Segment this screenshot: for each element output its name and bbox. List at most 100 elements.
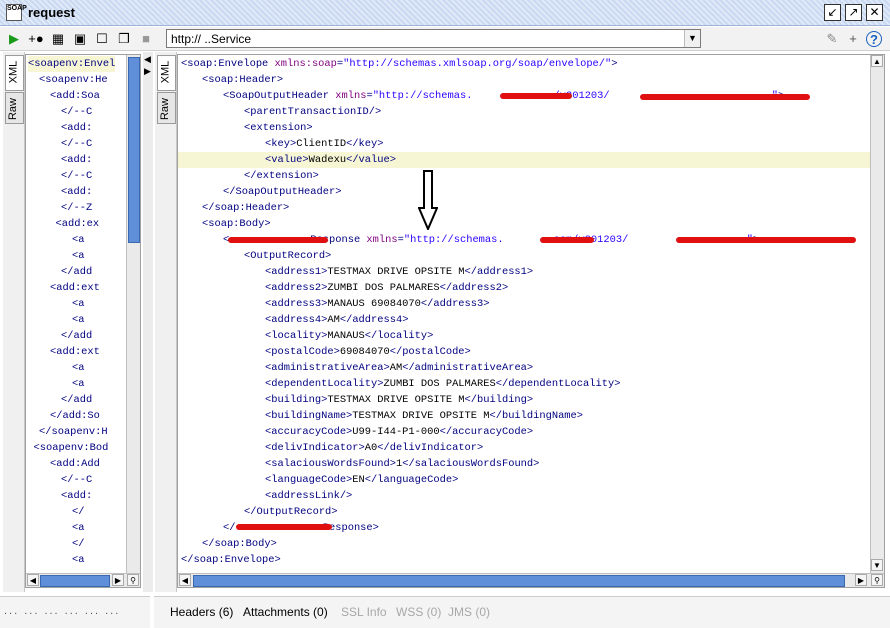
collapse-right-icon[interactable]: ▶: [144, 66, 151, 77]
response-code-line: <locality>MANAUS</locality>: [178, 328, 870, 344]
tab-headers[interactable]: Headers (6): [170, 605, 233, 619]
xml-tag: <a: [72, 298, 85, 310]
xml-tag: <add:ex: [55, 218, 100, 230]
add-assertion-icon[interactable]: +●: [28, 31, 44, 47]
xml-tag: </add: [61, 330, 93, 342]
scroll-left-icon[interactable]: ◀: [27, 574, 39, 586]
tab-ssl-info[interactable]: SSL Info: [341, 605, 387, 619]
request-code-line: <a: [28, 360, 115, 376]
request-vertical-scrollbar[interactable]: [126, 55, 140, 573]
xml-attribute: xmlns: [366, 234, 398, 246]
response-code-line: <dependentLocality>ZUMBI DOS PALMARES</d…: [178, 376, 870, 392]
xml-tag: <add:ext: [50, 346, 100, 358]
request-code-line: </add: [28, 392, 115, 408]
stop-icon[interactable]: ■: [138, 31, 154, 47]
response-horizontal-scrollbar[interactable]: ◀ ▶ ⚲: [178, 573, 884, 587]
collapse-left-icon[interactable]: ◀: [144, 54, 151, 65]
request-code-line: <add:: [28, 152, 115, 168]
chevron-down-icon[interactable]: ▼: [684, 30, 700, 47]
xml-tag: <parentTransactionID/>: [244, 106, 382, 118]
response-code-line: </soap:Body>: [178, 536, 870, 552]
request-hscroll-thumb[interactable]: [40, 575, 110, 587]
xml-tag: </accuracyCode>: [439, 426, 534, 438]
xml-tag: <dependentLocality>: [265, 378, 384, 390]
xml-tag: <address1>: [265, 266, 328, 278]
xml-tag: </postalCode>: [389, 346, 471, 358]
response-hscroll-thumb[interactable]: [193, 575, 845, 587]
xml-text: MANAUS: [327, 330, 365, 342]
scroll-left-icon[interactable]: ◀: [179, 574, 191, 586]
tab-wss[interactable]: WSS (0): [396, 605, 441, 619]
xml-text: AM: [327, 314, 340, 326]
help-icon[interactable]: ?: [866, 31, 882, 47]
scroll-up-icon[interactable]: ▲: [871, 55, 883, 67]
tab-xml-request[interactable]: XML: [5, 55, 24, 91]
xml-tag: <add:Soa: [50, 90, 100, 102]
scroll-down-icon[interactable]: ▼: [871, 559, 883, 571]
request-status-bar: ... ... ... ... ... ...: [0, 596, 150, 628]
minimize-icon[interactable]: ↙: [824, 4, 841, 21]
tab-xml-response[interactable]: XML: [157, 55, 176, 91]
redaction-mark: [676, 237, 856, 243]
endpoint-url-combobox[interactable]: http:// ..Service ▼: [166, 29, 701, 48]
xml-tag: </dependentLocality>: [495, 378, 621, 390]
request-code-line: </add: [28, 264, 115, 280]
response-view-tabs: XML Raw: [155, 52, 177, 592]
request-code-line: <a: [28, 296, 115, 312]
xml-tag: <delivIndicator>: [265, 442, 365, 454]
xml-tag: <soapenv:Bod: [33, 442, 109, 454]
zoom-icon[interactable]: ⚲: [871, 574, 883, 586]
xml-tag: </OutputRecord>: [244, 506, 338, 518]
response-code-line: <soap:Body>: [178, 216, 870, 232]
response-code-line: <administrativeArea>AM</administrativeAr…: [178, 360, 870, 376]
request-scroll-thumb[interactable]: [128, 57, 140, 243]
response-xml-editor[interactable]: <soap:Envelope xmlns:soap="http://schema…: [177, 54, 885, 588]
split-h-icon[interactable]: ☐: [94, 31, 110, 47]
soapui-app-icon: SOAP: [6, 4, 27, 21]
xml-tag: <add:Add: [50, 458, 100, 470]
xml-text: MANAUS 69084070: [327, 298, 421, 310]
xml-tag: <soapenv:He: [39, 74, 108, 86]
restore-icon[interactable]: ↗: [845, 4, 862, 21]
xml-tag: <add:ext: [50, 282, 100, 294]
request-xml-text[interactable]: <soapenv:Envel <soapenv:He <add:Soa </--C <a…: [28, 56, 116, 568]
format-icon[interactable]: ▦: [50, 31, 66, 47]
tab-jms[interactable]: JMS (0): [448, 605, 490, 619]
edit-icon[interactable]: ✎: [824, 31, 840, 47]
tab-raw-request[interactable]: Raw: [5, 92, 24, 124]
request-code-line: </--C: [28, 104, 115, 120]
scroll-right-icon[interactable]: ▶: [112, 574, 124, 586]
xml-tag: <soapenv:Envel: [28, 58, 116, 70]
request-code-line: </: [28, 536, 115, 552]
response-code-line: <address1>TESTMAX DRIVE OPSITE M</addres…: [178, 264, 870, 280]
response-code-line: <soap:Envelope xmlns:soap="http://schema…: [178, 56, 870, 72]
xml-tag: </locality>: [364, 330, 434, 342]
response-xml-text[interactable]: <soap:Envelope xmlns:soap="http://schema…: [178, 56, 870, 568]
pane-splitter[interactable]: ◀ ▶: [143, 52, 153, 592]
zoom-icon[interactable]: ⚲: [127, 574, 139, 586]
xml-tag: <address2>: [265, 282, 328, 294]
request-code-line: </soapenv:H: [28, 424, 115, 440]
request-xml-editor[interactable]: <soapenv:Envel <soapenv:He <add:Soa </--C <a…: [25, 54, 141, 588]
add-icon[interactable]: +: [845, 31, 861, 47]
split-v-icon[interactable]: ❐: [116, 31, 132, 47]
xml-text: U99-I44-P1-000: [352, 426, 440, 438]
play-icon[interactable]: ▶: [6, 31, 22, 47]
scroll-right-icon[interactable]: ▶: [855, 574, 867, 586]
close-icon[interactable]: ✕: [866, 4, 883, 21]
fullscreen-icon[interactable]: ▣: [72, 31, 88, 47]
xml-text: TESTMAX DRIVE OPSITE M: [352, 410, 490, 422]
tab-raw-response[interactable]: Raw: [157, 92, 176, 124]
xml-tag: </address1>: [464, 266, 534, 278]
response-code-line: </soap:Envelope>: [178, 552, 870, 568]
xml-tag: <SoapOutputHeader: [223, 90, 336, 102]
xml-tag: </add: [61, 266, 93, 278]
xml-tag: </: [72, 538, 85, 550]
response-vertical-scrollbar[interactable]: ▲ ▼: [870, 55, 884, 573]
xml-tag: </address3>: [420, 298, 490, 310]
request-horizontal-scrollbar[interactable]: ◀ ▶ ⚲: [26, 573, 140, 587]
xml-tag: </--C: [61, 138, 93, 150]
tab-attachments[interactable]: Attachments (0): [243, 605, 328, 619]
xml-tag: <building>: [265, 394, 328, 406]
xml-tag: <extension>: [244, 122, 313, 134]
